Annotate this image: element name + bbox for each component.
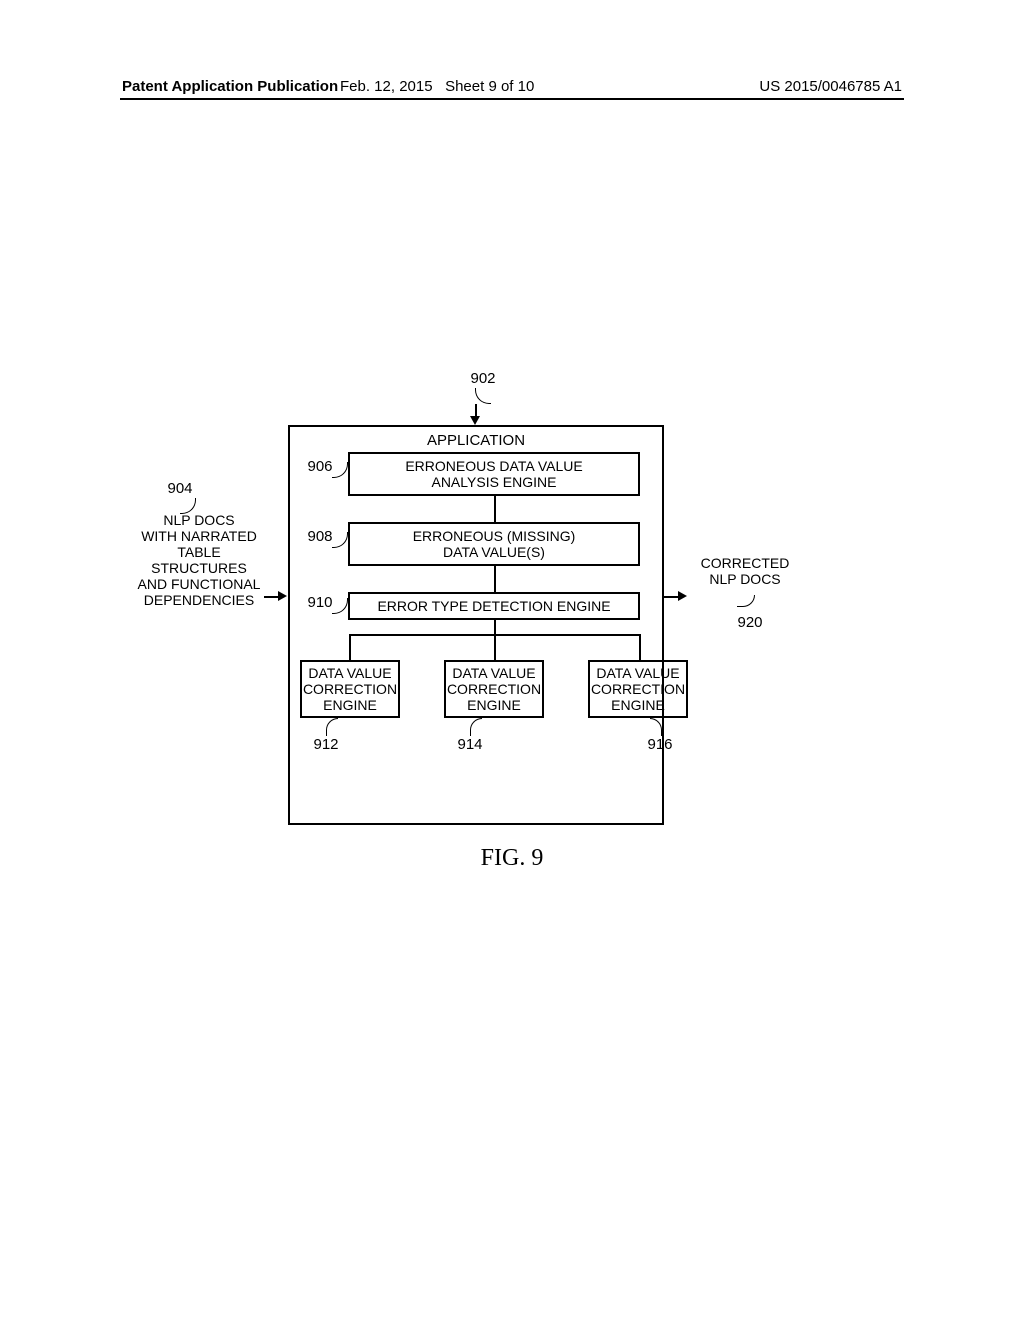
- header-left: Patent Application Publication: [122, 78, 338, 95]
- conn-input: [264, 596, 279, 598]
- arrow-input: [278, 591, 287, 601]
- ref-904: 904: [160, 480, 200, 497]
- figure-caption: FIG. 9: [0, 845, 1024, 873]
- box-912: DATA VALUE CORRECTION ENGINE: [300, 660, 400, 718]
- output-text: CORRECTED NLP DOCS: [690, 555, 800, 587]
- box-912-text: DATA VALUE CORRECTION ENGINE: [303, 665, 397, 713]
- conn-906-908: [494, 496, 496, 522]
- box-906: ERRONEOUS DATA VALUE ANALYSIS ENGINE: [348, 452, 640, 496]
- header-rule: [120, 98, 904, 100]
- fan-right: [639, 634, 641, 660]
- fan-mid: [494, 634, 496, 660]
- ref-920: 920: [730, 614, 770, 631]
- box-916-text: DATA VALUE CORRECTION ENGINE: [591, 665, 685, 713]
- arrow-output: [678, 591, 687, 601]
- lead-920: [737, 595, 755, 607]
- header-right: US 2015/0046785 A1: [759, 78, 902, 95]
- figure-9: 902 APPLICATION ERRONEOUS DATA VALUE ANA…: [0, 370, 1024, 930]
- box-908-text: ERRONEOUS (MISSING) DATA VALUE(S): [413, 528, 576, 560]
- conn-output: [664, 596, 679, 598]
- input-text: NLP DOCS WITH NARRATED TABLE STRUCTURES …: [134, 512, 264, 609]
- fan-stem: [494, 620, 496, 634]
- lead-902: [475, 388, 491, 404]
- label-application: APPLICATION: [288, 432, 664, 449]
- conn-908-910: [494, 566, 496, 592]
- ref-912: 912: [306, 736, 346, 753]
- ref-902: 902: [463, 370, 503, 387]
- header-middle: Feb. 12, 2015 Sheet 9 of 10: [340, 78, 534, 95]
- box-914: DATA VALUE CORRECTION ENGINE: [444, 660, 544, 718]
- box-906-text: ERRONEOUS DATA VALUE ANALYSIS ENGINE: [405, 458, 582, 490]
- box-910-text: ERROR TYPE DETECTION ENGINE: [377, 598, 610, 614]
- ref-914: 914: [450, 736, 490, 753]
- arrow-902: [470, 416, 480, 425]
- box-910: ERROR TYPE DETECTION ENGINE: [348, 592, 640, 620]
- fan-left: [349, 634, 351, 660]
- box-916: DATA VALUE CORRECTION ENGINE: [588, 660, 688, 718]
- box-908: ERRONEOUS (MISSING) DATA VALUE(S): [348, 522, 640, 566]
- page: Patent Application Publication Feb. 12, …: [0, 0, 1024, 1320]
- box-914-text: DATA VALUE CORRECTION ENGINE: [447, 665, 541, 713]
- ref-916: 916: [640, 736, 680, 753]
